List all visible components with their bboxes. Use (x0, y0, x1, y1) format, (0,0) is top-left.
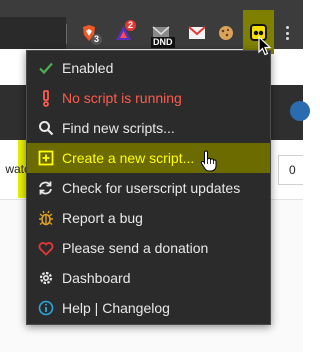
hand-cursor-icon (200, 150, 217, 172)
menu-item-find-new-scripts[interactable]: Find new scripts... (27, 113, 270, 143)
menu-item-label: Create a new script... (62, 150, 195, 166)
menu-item-check-updates[interactable]: Check for userscript updates (27, 173, 270, 203)
check-icon (37, 60, 54, 77)
page-avatar[interactable] (290, 101, 310, 121)
menu-item-label: No script is running (62, 90, 182, 106)
cookie-icon[interactable] (216, 22, 236, 44)
plus-square-icon (37, 150, 54, 167)
browser-menu-icon[interactable] (286, 26, 290, 40)
menu-item-label: Help | Changelog (62, 300, 170, 316)
menu-item-report-bug[interactable]: Report a bug (27, 203, 270, 233)
bug-icon (37, 210, 54, 227)
menu-item-label: Check for userscript updates (62, 180, 241, 196)
menu-item-donate[interactable]: Please send a donation (27, 233, 270, 263)
search-icon (37, 120, 54, 137)
menu-item-label: Report a bug (62, 210, 143, 226)
toolbar-divider (66, 24, 67, 44)
address-bar[interactable] (0, 17, 66, 49)
menu-item-label: Enabled (62, 60, 114, 76)
menu-item-label: Dashboard (62, 270, 131, 286)
menu-item-dashboard[interactable]: Dashboard (27, 263, 270, 293)
heart-icon (37, 240, 54, 257)
mail-red-icon[interactable] (187, 22, 207, 44)
tampermonkey-popup-menu: Enabled No script is running Find new sc… (26, 50, 271, 325)
dnd-label: DND (151, 37, 175, 48)
gear-icon (37, 270, 54, 287)
brave-rewards-icon[interactable]: 2 (113, 20, 137, 44)
menu-item-help-changelog[interactable]: Help | Changelog (27, 293, 270, 323)
menu-item-label: Please send a donation (62, 240, 209, 256)
info-icon (37, 300, 54, 317)
brave-shield-icon[interactable]: 3 (79, 22, 103, 45)
refresh-icon (37, 180, 54, 197)
badge: 2 (125, 20, 137, 31)
menu-item-label: Find new scripts... (62, 120, 175, 136)
info-exclamation-icon (37, 89, 54, 107)
menu-item-create-new-script[interactable]: Create a new script... (27, 143, 270, 173)
badge: 3 (91, 34, 103, 45)
menu-item-enabled[interactable]: Enabled (27, 53, 270, 83)
page-count: 0 (289, 163, 296, 177)
menu-item-no-script-running[interactable]: No script is running (27, 83, 270, 113)
arrow-cursor-icon (258, 36, 272, 56)
